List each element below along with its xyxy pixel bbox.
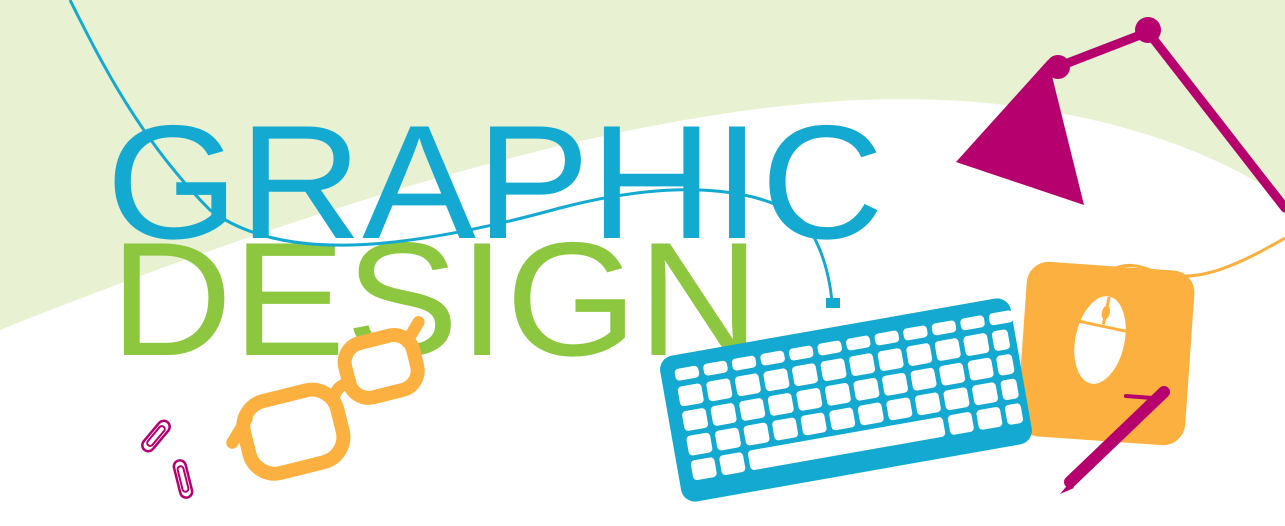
banner-illustration: GRAPHIC DESIGN bbox=[0, 0, 1285, 526]
keyboard-key bbox=[677, 383, 704, 407]
keyboard-key bbox=[690, 457, 717, 481]
keyboard-key bbox=[792, 363, 818, 387]
keyboard-key bbox=[882, 372, 908, 396]
keyboard-key bbox=[772, 417, 799, 441]
keyboard-key bbox=[967, 357, 994, 381]
keyboard-key bbox=[947, 412, 974, 435]
keyboard-key bbox=[739, 398, 766, 421]
keyboard-key bbox=[796, 388, 823, 411]
keyboard-key bbox=[886, 397, 913, 421]
cable-plug bbox=[826, 298, 840, 308]
keyboard-key bbox=[857, 402, 884, 426]
keyboard-key bbox=[719, 452, 746, 476]
keyboard-key bbox=[715, 427, 741, 451]
keyboard-key bbox=[853, 377, 880, 401]
keyboard-key bbox=[910, 367, 937, 391]
keyboard-key bbox=[686, 432, 713, 456]
keyboard-key bbox=[743, 422, 770, 446]
keyboard-key bbox=[934, 338, 961, 361]
keyboard-key bbox=[763, 368, 790, 392]
keyboard-key bbox=[820, 358, 847, 381]
keyboard-key bbox=[824, 383, 851, 406]
keyboard-key bbox=[706, 378, 733, 402]
keyboard-key bbox=[939, 362, 966, 386]
keyboard-key bbox=[976, 407, 1003, 430]
keyboard-key bbox=[963, 333, 990, 356]
keyboard-key bbox=[972, 382, 998, 406]
keyboard-key bbox=[906, 343, 933, 366]
keyboard-key bbox=[800, 412, 827, 436]
keyboard-key bbox=[943, 387, 970, 411]
keyboard-key bbox=[710, 403, 737, 426]
keyboard-key bbox=[829, 407, 856, 431]
keyboard-key bbox=[877, 348, 904, 371]
keyboard-key bbox=[849, 353, 876, 376]
keyboard-key bbox=[734, 373, 761, 397]
keyboard-key bbox=[914, 392, 941, 416]
keyboard-key bbox=[682, 408, 709, 431]
graphic-design-banner: GRAPHIC DESIGN bbox=[0, 0, 1285, 526]
keyboard-key bbox=[767, 393, 794, 416]
